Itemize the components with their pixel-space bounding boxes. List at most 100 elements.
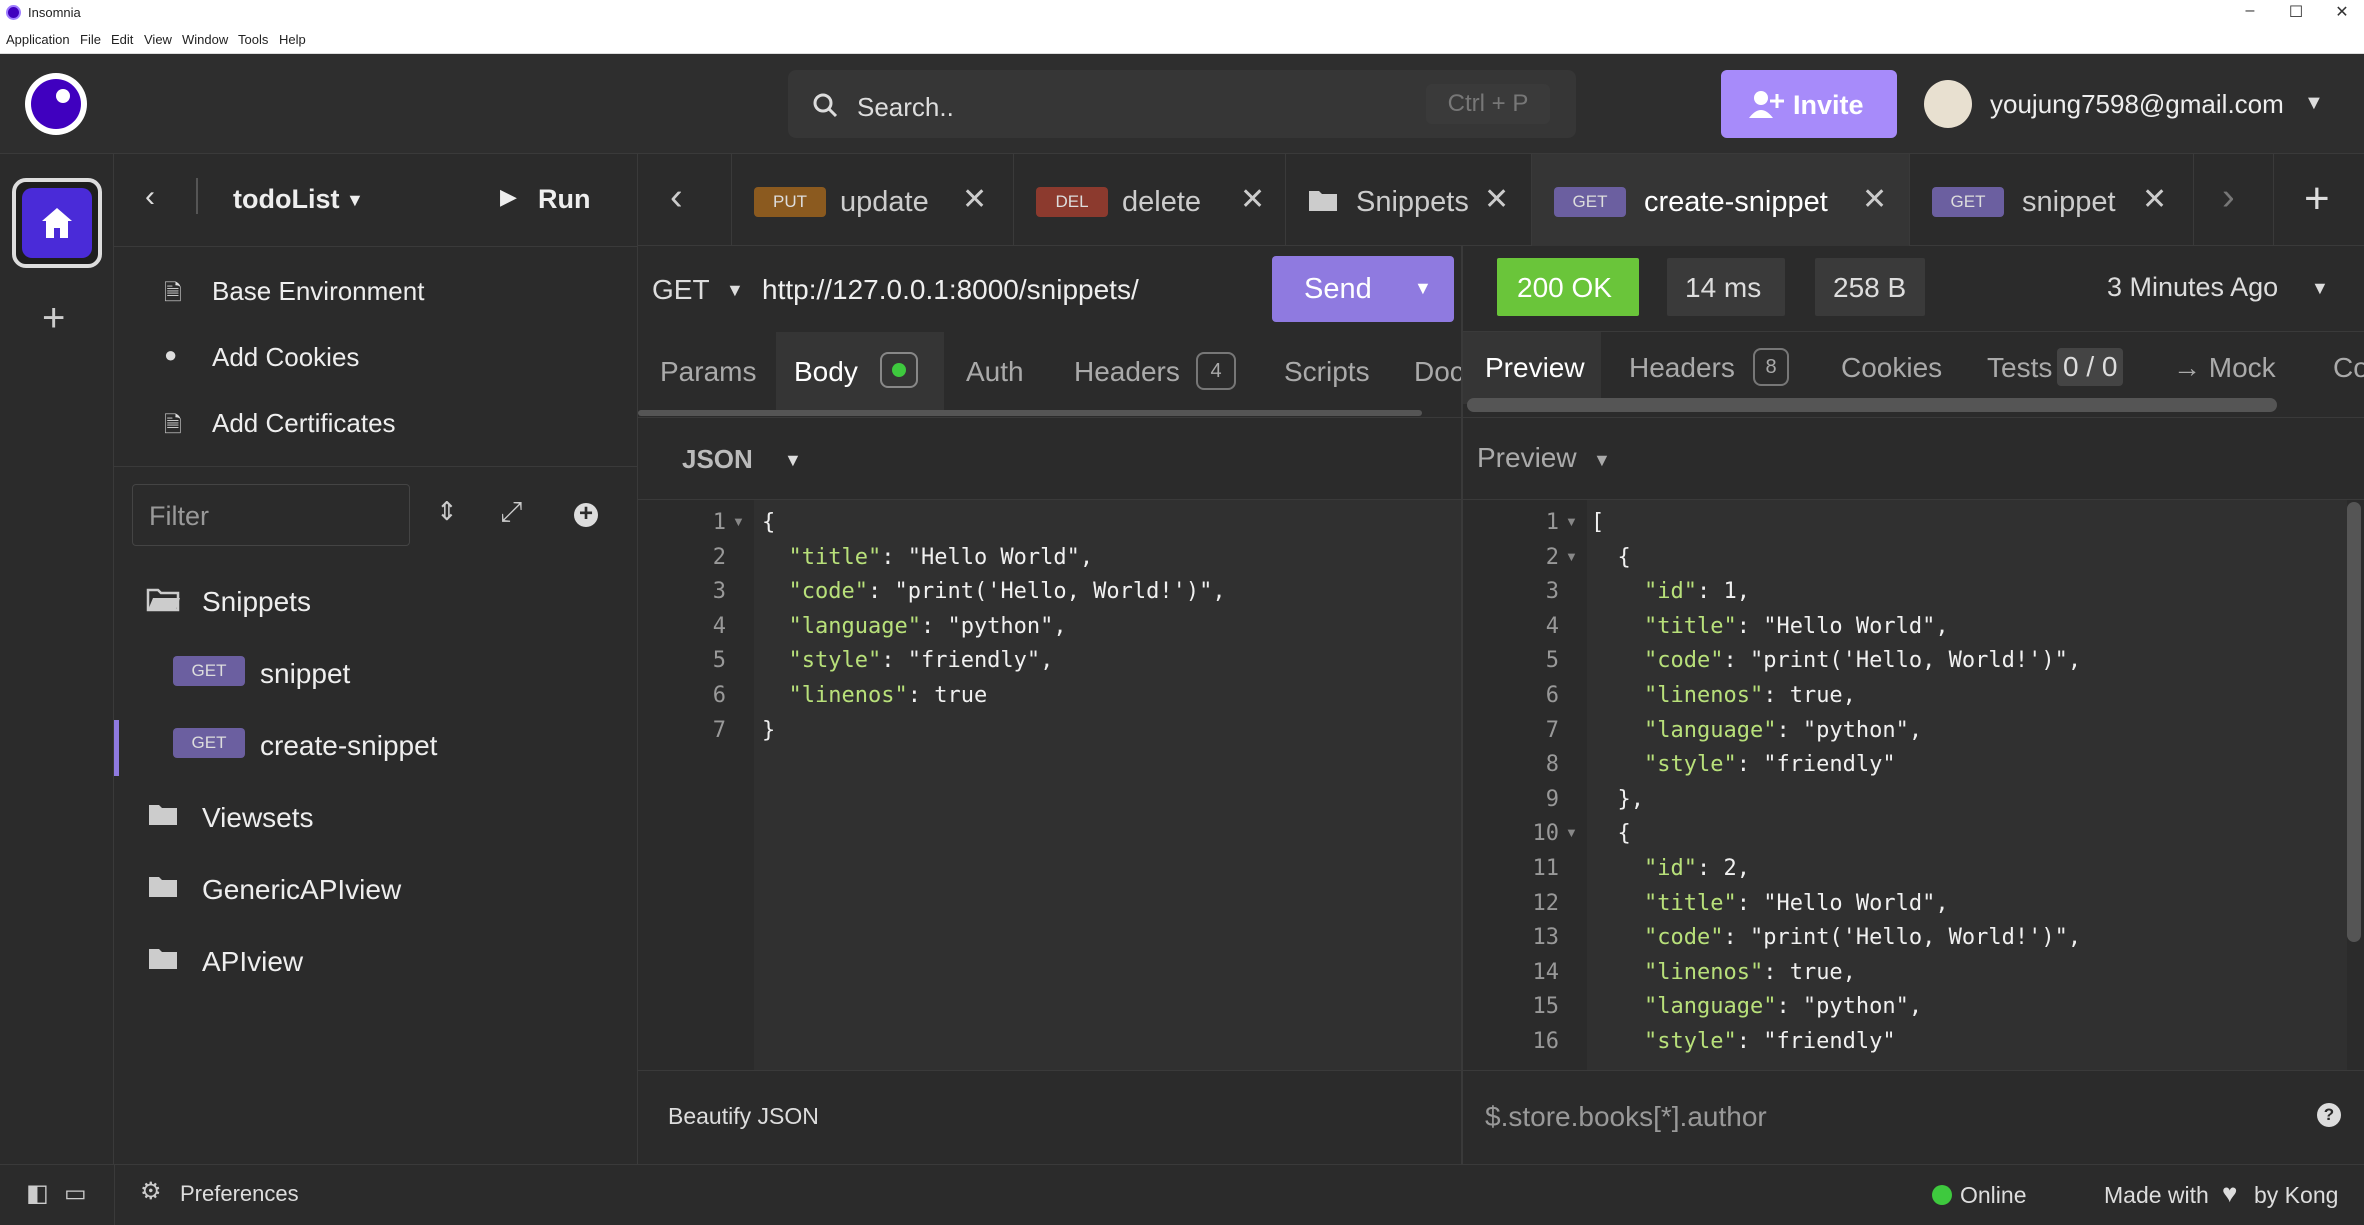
subtabs-scrollbar[interactable] — [638, 410, 1422, 416]
tab-delete[interactable]: DEL delete ✕ — [1014, 154, 1286, 246]
help-icon[interactable]: ? — [2317, 1103, 2341, 1127]
line-number: 14 — [1532, 959, 1560, 985]
tabs-scroll-left-button[interactable]: ‹ — [638, 154, 732, 246]
tab-snippets[interactable]: Snippets ✕ — [1286, 154, 1532, 246]
folder-icon — [149, 805, 177, 825]
folder-snippets[interactable]: Snippets — [130, 576, 630, 626]
expand-icon[interactable]: ⤢ — [500, 496, 522, 529]
format-chevron-down-icon[interactable]: ▼ — [784, 450, 802, 471]
invite-label: Invite — [1793, 90, 1864, 120]
menu-file[interactable]: File — [80, 32, 101, 47]
preview-chevron-down-icon[interactable]: ▼ — [1593, 450, 1611, 471]
add-certificates-button[interactable]: 🗎 Add Certificates — [160, 402, 630, 446]
run-button[interactable]: ▶ Run — [500, 180, 590, 220]
tabs-scroll-right-button[interactable]: › — [2194, 154, 2274, 246]
preferences-button[interactable]: ⚙ Preferences — [140, 1177, 320, 1213]
filter-input[interactable]: Filter — [132, 484, 410, 546]
response-scrollbar[interactable] — [2347, 502, 2361, 942]
play-icon: ▶ — [500, 184, 517, 209]
request-body-editor[interactable]: 1 ▼ {2 "title": "Hello World", 3 "code": "p… — [638, 500, 1462, 1070]
method-chevron-down-icon[interactable]: ▼ — [726, 280, 744, 301]
fold-chevron-down-icon[interactable]: ▼ — [1565, 549, 1578, 564]
request-snippet[interactable]: GET snippet — [114, 648, 638, 698]
close-tab-icon[interactable]: ✕ — [1240, 182, 1265, 217]
tab-snippet[interactable]: GET snippet ✕ — [1910, 154, 2194, 246]
close-tab-icon[interactable]: ✕ — [1862, 182, 1887, 217]
method-badge: DEL — [1036, 187, 1108, 217]
menu-tools[interactable]: Tools — [238, 32, 268, 47]
body-format-select[interactable]: JSON — [682, 444, 753, 475]
project-chevron-down-icon[interactable]: ▼ — [346, 190, 364, 211]
folder-viewsets[interactable]: Viewsets — [130, 792, 630, 842]
add-cookies-button[interactable]: ● Add Cookies — [160, 336, 630, 380]
menu-application[interactable]: Application — [6, 32, 70, 47]
tab-body[interactable]: Body — [776, 332, 944, 410]
app-logo-icon[interactable] — [25, 73, 87, 135]
beautify-json-button[interactable]: Beautify JSON — [668, 1103, 819, 1130]
send-button[interactable]: Send ▼ — [1272, 256, 1454, 322]
tab-preview[interactable]: Preview — [1463, 332, 1601, 404]
project-name[interactable]: todoList — [233, 184, 339, 215]
code-line: "style": "friendly", — [788, 648, 1054, 674]
code-line: "title": "Hello World", — [788, 544, 1094, 570]
base-environment-button[interactable]: 🗎 Base Environment — [160, 270, 630, 314]
folder-genericapiview[interactable]: GenericAPIview — [130, 864, 630, 914]
menu-view[interactable]: View — [144, 32, 172, 47]
tab-mock[interactable]: → Mock — [2173, 352, 2276, 384]
tab-response-headers[interactable]: Headers — [1629, 352, 1735, 384]
tab-create-snippet[interactable]: GET create-snippet ✕ — [1532, 154, 1910, 246]
fold-chevron-down-icon[interactable]: ▼ — [1565, 514, 1578, 529]
sort-icon[interactable]: ⇕ — [436, 496, 458, 527]
response-filter-input[interactable]: $.store.books[*].author — [1485, 1101, 1767, 1133]
search-bar[interactable]: Search.. Ctrl + P — [788, 70, 1576, 138]
close-tab-icon[interactable]: ✕ — [1484, 182, 1509, 217]
tab-cookies[interactable]: Cookies — [1841, 352, 1942, 384]
add-project-icon[interactable]: + — [42, 296, 65, 341]
response-age[interactable]: 3 Minutes Ago — [2107, 272, 2278, 303]
url-input[interactable]: http://127.0.0.1:8000/snippets/ — [762, 274, 1139, 306]
request-create-snippet[interactable]: GET create-snippet — [114, 720, 638, 776]
fold-chevron-down-icon[interactable]: ▼ — [1565, 825, 1578, 840]
tab-console[interactable]: Co — [2333, 352, 2364, 384]
menu-edit[interactable]: Edit — [111, 32, 133, 47]
fold-chevron-down-icon[interactable]: ▼ — [732, 514, 745, 529]
add-item-icon[interactable]: + — [574, 502, 598, 527]
response-body-viewer[interactable]: 1 ▼ [2 ▼ {3 "id": 1, 4 "title": "Hello World… — [1463, 500, 2364, 1070]
preview-mode-select[interactable]: Preview — [1477, 442, 1577, 474]
by-kong-label: by Kong — [2254, 1182, 2339, 1208]
line-number: 5 — [712, 648, 726, 674]
folder-apiview[interactable]: APIview — [130, 936, 630, 986]
maximize-icon[interactable]: ☐ — [2276, 2, 2316, 22]
user-email[interactable]: youjung7598@gmail.com — [1990, 89, 2284, 120]
certificate-file-icon: 🗎 — [164, 412, 182, 437]
back-icon[interactable]: ‹ — [145, 180, 155, 214]
code-line: { — [1591, 544, 1631, 570]
minimize-icon[interactable]: – — [2230, 2, 2270, 20]
invite-button[interactable]: Invite — [1721, 70, 1897, 138]
user-menu-chevron-down-icon[interactable]: ▼ — [2304, 92, 2324, 115]
tab-update[interactable]: PUT update ✕ — [732, 154, 1014, 246]
tab-auth[interactable]: Auth — [966, 356, 1024, 388]
close-window-icon[interactable]: ✕ — [2322, 2, 2362, 22]
send-chevron-down-icon[interactable]: ▼ — [1414, 278, 1432, 299]
close-tab-icon[interactable]: ✕ — [2142, 182, 2167, 217]
tab-params[interactable]: Params — [660, 356, 756, 388]
menu-window[interactable]: Window — [182, 32, 228, 47]
menu-help[interactable]: Help — [279, 32, 306, 47]
new-tab-icon[interactable]: + — [2304, 174, 2330, 224]
toggle-panel-icon[interactable]: ▭ — [64, 1179, 87, 1208]
window-title: Insomnia — [28, 5, 81, 20]
request-subtabs: Params Body Auth Headers 4 Scripts Doc — [638, 332, 1464, 418]
home-button[interactable] — [12, 178, 102, 268]
tab-tests[interactable]: Tests — [1987, 352, 2052, 384]
avatar[interactable] — [1924, 80, 1972, 128]
close-tab-icon[interactable]: ✕ — [962, 182, 987, 217]
method-select[interactable]: GET — [652, 274, 710, 306]
toggle-sidebar-icon[interactable]: ◧ — [26, 1179, 49, 1208]
tab-docs[interactable]: Doc — [1414, 356, 1464, 388]
tab-headers[interactable]: Headers — [1074, 356, 1180, 388]
response-subtabs-scrollbar[interactable] — [1467, 398, 2277, 412]
add-cookies-label: Add Cookies — [212, 342, 360, 372]
tab-scripts[interactable]: Scripts — [1284, 356, 1370, 388]
history-chevron-down-icon[interactable]: ▼ — [2311, 278, 2329, 299]
